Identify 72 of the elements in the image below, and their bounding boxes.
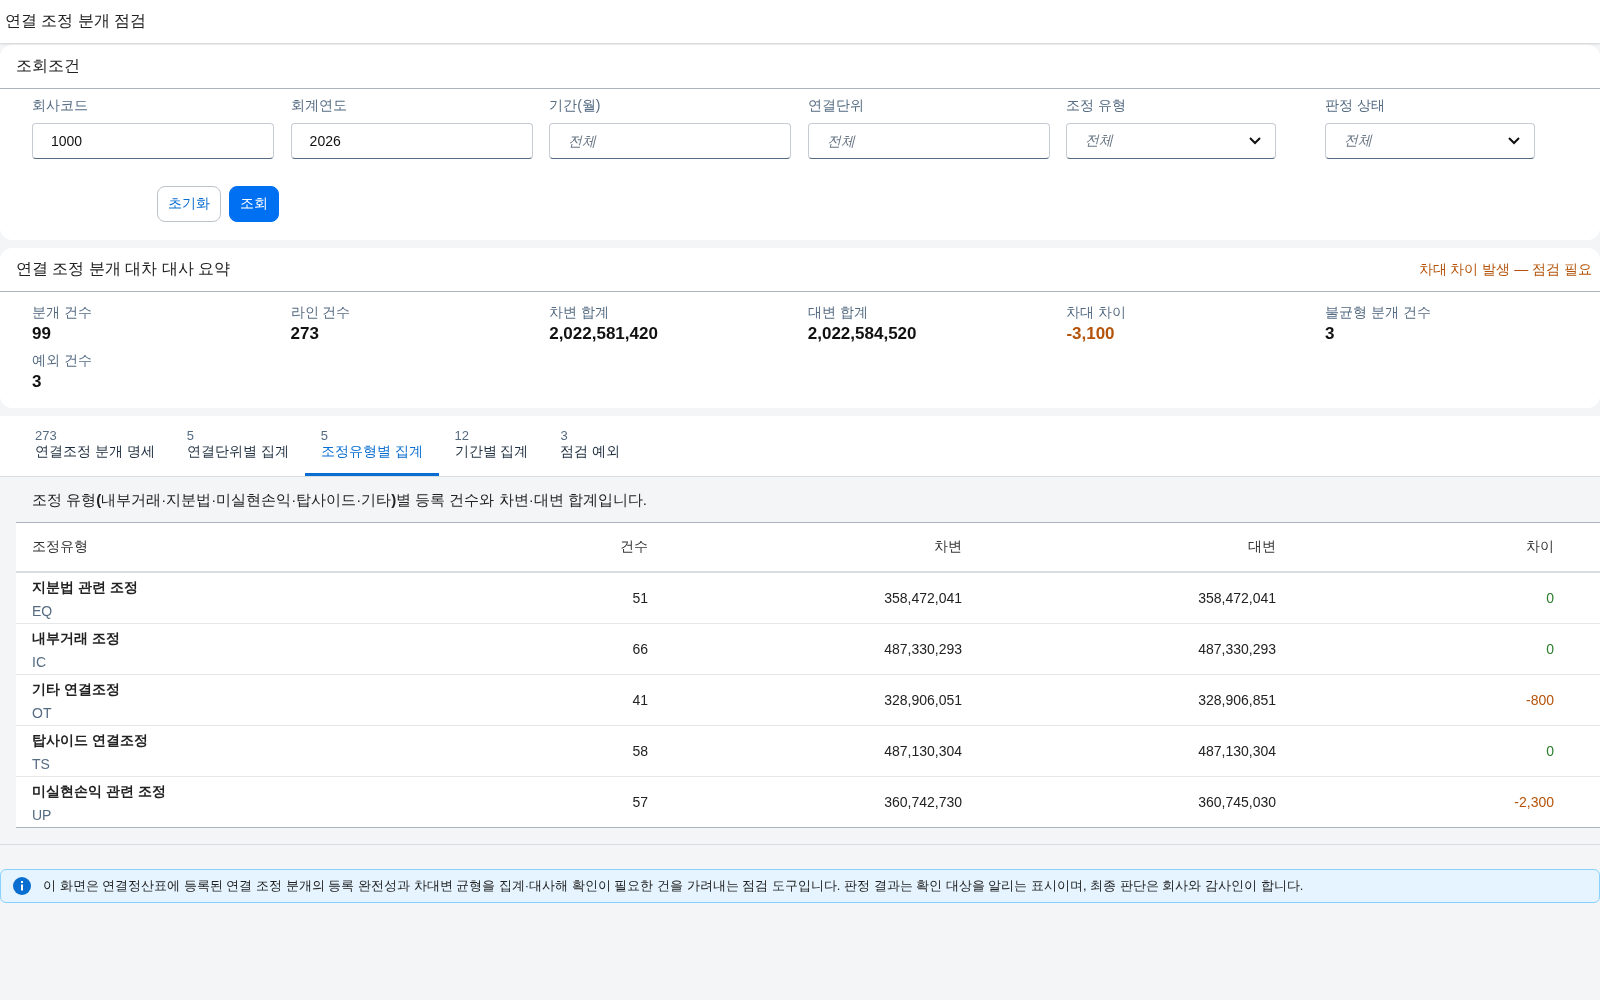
metric-label: 대변 합계 bbox=[807, 304, 869, 322]
tab[interactable]: 5 조정유형별 집계 bbox=[304, 416, 439, 476]
panel-title: 조회조건 bbox=[16, 56, 80, 76]
chevron-down-icon bbox=[1249, 137, 1262, 145]
table-cell: 328,906,051 bbox=[884, 692, 962, 708]
column-header: 건수 bbox=[619, 538, 648, 556]
column-header: 대변 bbox=[1247, 538, 1276, 556]
field-label: 조정 유형 bbox=[1066, 97, 1128, 115]
metric-value: 2,022,584,520 bbox=[807, 324, 918, 344]
description-text: 조정 유형(내부거래·지분법·미실현손익·탑사이드·기타)별 등록 건수와 차변·대변 합계입니다. bbox=[32, 491, 648, 510]
chevron-down-icon bbox=[1507, 137, 1520, 145]
metric-label: 분개 건수 bbox=[32, 304, 93, 322]
info-icon bbox=[13, 877, 31, 895]
field-label: 기간(월) bbox=[549, 97, 602, 115]
table-cell: 0 bbox=[1546, 641, 1554, 657]
metric-value: -3,100 bbox=[1066, 324, 1116, 344]
input-field[interactable]: 전체 bbox=[807, 123, 1050, 159]
table-cell: -2,300 bbox=[1514, 794, 1554, 810]
table-cell: 66 bbox=[632, 641, 648, 657]
panel-title: 연결 조정 분개 대차 대사 요약 bbox=[16, 259, 231, 279]
field-label: 회사코드 bbox=[32, 97, 89, 115]
input-field[interactable]: 1000 bbox=[32, 123, 274, 159]
field-label: 판정 상태 bbox=[1324, 97, 1386, 115]
table-cell: 360,742,730 bbox=[884, 794, 962, 810]
table-cell: 51 bbox=[632, 590, 648, 606]
table-cell: 360,745,030 bbox=[1198, 794, 1276, 810]
tab[interactable]: 12 기간별 집계 bbox=[438, 416, 545, 476]
table-cell: 358,472,041 bbox=[884, 590, 962, 606]
tab[interactable]: 5 연결단위별 집계 bbox=[170, 416, 305, 476]
column-header: 차변 bbox=[933, 538, 962, 556]
table-cell-text: 내부거래 조정 IC bbox=[31, 629, 121, 672]
column-header: 차이 bbox=[1525, 538, 1554, 556]
input-field[interactable]: 전체 bbox=[549, 123, 792, 159]
notice-text: 이 화면은 연결정산표에 등록된 연결 조정 분개의 등록 완전성과 차대변 균형을 집계·대사해 확인이 필요한 건을 가려내는 점검 도구입니다. 판정 결과는 확인 대상을 알리는 표시이며, 최종 판단은 회사와 감사인이 합니다. bbox=[43, 877, 1304, 895]
field-label: 연결단위 bbox=[807, 97, 865, 115]
page-title: 연결 조정 분개 점검 bbox=[5, 11, 147, 31]
alert-text: 차대 차이 발생 — 점검 필요 bbox=[1418, 260, 1592, 279]
metric-value: 3 bbox=[32, 372, 43, 392]
field-label: 회계연도 bbox=[290, 97, 348, 115]
metric-value: 99 bbox=[32, 324, 52, 344]
table-cell: 487,130,304 bbox=[884, 743, 962, 759]
dropdown-field[interactable]: 전체 bbox=[1066, 123, 1277, 159]
table-cell: 57 bbox=[632, 794, 648, 810]
tab[interactable]: 3 점검 예외 bbox=[544, 416, 637, 476]
metric-value: 273 bbox=[290, 324, 320, 344]
tab[interactable]: 273 연결조정 분개 명세 bbox=[19, 416, 171, 476]
table-cell: 487,130,304 bbox=[1198, 743, 1276, 759]
metric-label: 라인 건수 bbox=[290, 304, 352, 322]
table-cell: 328,906,851 bbox=[1198, 692, 1276, 708]
input-field[interactable]: 2026 bbox=[290, 123, 533, 159]
table-cell: -800 bbox=[1525, 692, 1554, 708]
table-cell: 58 bbox=[632, 743, 648, 759]
table-cell-text: 지분법 관련 조정 EQ bbox=[31, 578, 139, 621]
column-header: 조정유형 bbox=[31, 538, 89, 556]
metric-label: 차대 차이 bbox=[1066, 304, 1128, 322]
reset-button[interactable]: 초기화 bbox=[157, 186, 221, 222]
table-cell: 0 bbox=[1546, 743, 1554, 759]
table-cell-text: 미실현손익 관련 조정 UP bbox=[31, 782, 167, 825]
table-cell: 487,330,293 bbox=[884, 641, 962, 657]
table-cell: 0 bbox=[1546, 590, 1554, 606]
table-cell-text: 탑사이드 연결조정 TS bbox=[31, 731, 149, 774]
metric-label: 차변 합계 bbox=[549, 304, 611, 322]
metric-value: 2,022,581,420 bbox=[549, 324, 659, 344]
metric-label: 불균형 분개 건수 bbox=[1324, 304, 1432, 322]
table-cell: 358,472,041 bbox=[1198, 590, 1276, 606]
table-cell-text: 기타 연결조정 OT bbox=[31, 680, 121, 723]
table-cell: 487,330,293 bbox=[1198, 641, 1276, 657]
metric-value: 3 bbox=[1324, 324, 1336, 344]
table-cell: 41 bbox=[632, 692, 648, 708]
dropdown-field[interactable]: 전체 bbox=[1324, 123, 1535, 159]
search-button[interactable]: 조회 bbox=[229, 186, 279, 222]
metric-label: 예외 건수 bbox=[32, 352, 93, 370]
